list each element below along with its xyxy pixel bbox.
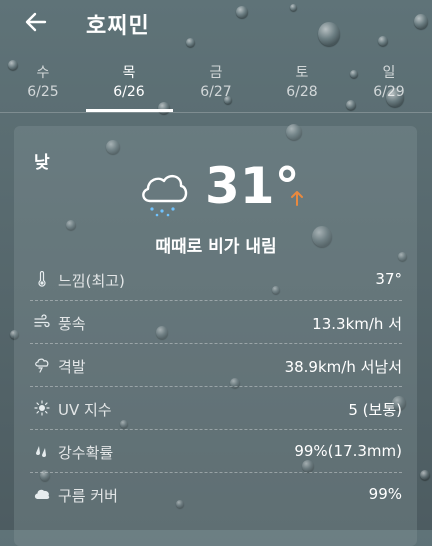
wind-icon (34, 314, 50, 328)
active-tab-indicator (86, 109, 173, 112)
detail-value: 99%(17.3mm) (294, 442, 402, 460)
tab-day-2[interactable]: 목 6/26 (94, 62, 164, 100)
detail-label: UV 지수 (58, 401, 112, 419)
detail-row-uv-index: UV 지수 5 (보통) (30, 387, 402, 430)
detail-row-feels-like: 느낌(최고) 37° (30, 258, 402, 301)
tab-date: 6/27 (200, 84, 232, 100)
detail-row-precipitation: 강수확률 99%(17.3mm) (30, 430, 402, 473)
detail-value: 5 (보통) (348, 401, 402, 419)
tab-day-1[interactable]: 수 6/25 (8, 62, 78, 100)
thermometer-icon (38, 271, 46, 287)
day-tabs: 수 6/25 목 6/26 금 6/27 토 6/28 일 6/29 (0, 62, 432, 112)
cloud-rain-icon (142, 174, 188, 217)
detail-label: 강수확률 (58, 444, 114, 462)
detail-row-wind-speed: 풍속 13.3km/h 서 (30, 301, 402, 344)
tab-weekday: 일 (382, 65, 396, 81)
rain-drops-icon (36, 446, 46, 457)
tab-weekday: 수 (36, 65, 50, 81)
detail-value: 37° (375, 270, 402, 288)
detail-label: 구름 커버 (58, 487, 118, 505)
cloud-icon (34, 489, 50, 499)
tab-day-4[interactable]: 토 6/28 (267, 62, 337, 100)
detail-value: 38.9km/h 서남서 (284, 358, 402, 376)
app-header: 호찌민 (0, 0, 432, 48)
tab-date: 6/26 (113, 84, 145, 100)
detail-label: 격발 (58, 358, 86, 376)
detail-value: 13.3km/h 서 (312, 315, 402, 333)
weather-condition: 때때로 비가 내림 (155, 237, 277, 257)
back-arrow-icon[interactable] (24, 8, 48, 36)
tab-day-5[interactable]: 일 6/29 (354, 62, 424, 100)
tab-weekday: 토 (295, 65, 309, 81)
tab-weekday: 금 (209, 65, 223, 81)
detail-row-cloud-cover: 구름 커버 99% (30, 473, 402, 515)
sun-icon (34, 400, 50, 416)
tab-date: 6/29 (373, 84, 405, 100)
tab-date: 6/25 (27, 84, 59, 100)
tab-date: 6/28 (286, 84, 318, 100)
tab-weekday: 목 (122, 65, 136, 81)
gust-icon (35, 358, 49, 373)
temperature-value: 31° (205, 157, 300, 215)
tab-day-3[interactable]: 금 6/27 (181, 62, 251, 100)
period-label: 낮 (34, 153, 50, 173)
arrow-up-icon (291, 191, 303, 206)
page-title: 호찌민 (86, 14, 150, 39)
detail-label: 느낌(최고) (58, 272, 125, 290)
detail-value: 99% (368, 485, 402, 503)
tab-divider (0, 112, 432, 113)
detail-row-gust: 격발 38.9km/h 서남서 (30, 344, 402, 387)
detail-label: 풍속 (58, 315, 86, 333)
